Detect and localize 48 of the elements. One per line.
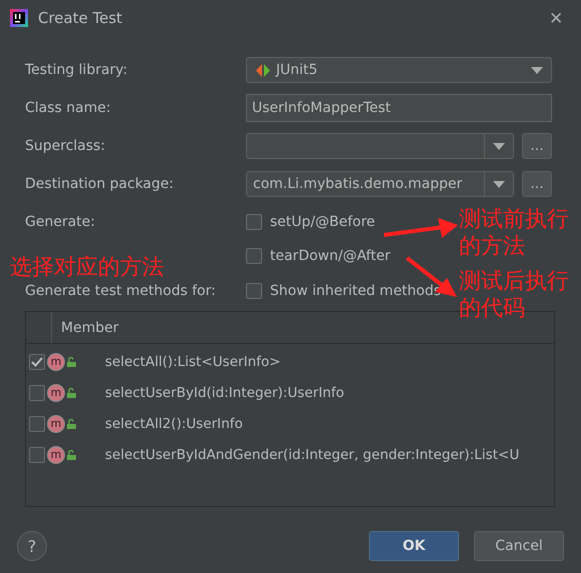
close-button[interactable]: ✕: [545, 8, 567, 28]
lock-icon: [67, 450, 76, 460]
annotation-text: 选择对应的方法: [10, 254, 164, 281]
checkbox[interactable]: [29, 354, 45, 370]
method-icon: m: [48, 354, 64, 370]
ok-button[interactable]: OK: [369, 531, 459, 561]
lock-icon: [67, 356, 76, 366]
browse-button[interactable]: ...: [522, 133, 552, 159]
help-button[interactable]: ?: [17, 531, 47, 561]
field-label: Superclass:: [25, 138, 106, 154]
checkbox[interactable]: [246, 283, 262, 299]
cancel-button[interactable]: Cancel: [474, 531, 564, 561]
method-name[interactable]: selectUserByIdAndGender(id:Integer, gender:Integer):List<U: [105, 446, 520, 462]
checkbox[interactable]: [29, 416, 45, 432]
lock-icon: [67, 388, 76, 398]
dropdown-arrow-icon: [493, 180, 505, 188]
checkbox[interactable]: [29, 446, 45, 462]
junit-icon: [256, 64, 270, 76]
field-label: Testing library:: [25, 62, 128, 78]
method-name[interactable]: selectUserById(id:Integer):UserInfo: [105, 384, 344, 400]
lock-icon: [67, 418, 76, 428]
method-icon: m: [48, 384, 64, 400]
checkbox-label[interactable]: tearDown/@After: [270, 248, 390, 264]
checkbox-label[interactable]: setUp/@Before: [270, 214, 376, 230]
checkbox[interactable]: [29, 384, 45, 400]
method-icon: m: [48, 446, 64, 462]
method-icon: m: [48, 416, 64, 432]
class-name-field[interactable]: UserInfoMapperTest: [246, 94, 552, 122]
checkbox[interactable]: [246, 248, 262, 264]
superclass-field[interactable]: [246, 133, 514, 159]
column-header: Member: [61, 320, 119, 336]
app-icon: [10, 9, 28, 27]
method-name[interactable]: selectAll():List<UserInfo>: [105, 354, 281, 370]
checkbox[interactable]: [246, 214, 262, 230]
window-title: Create Test: [38, 9, 124, 27]
testing-library-dropdown[interactable]: JUnit5: [246, 57, 552, 83]
dropdown-arrow-icon: [493, 142, 505, 150]
dropdown-arrow-icon: [531, 66, 543, 74]
destination-package-field[interactable]: com.Li.mybatis.demo.mapper: [246, 171, 514, 197]
browse-button[interactable]: ...: [522, 171, 552, 197]
field-label: Class name:: [25, 100, 111, 116]
field-label: Destination package:: [25, 176, 174, 192]
annotation-text: 测试后执行的代码: [459, 268, 570, 322]
method-name[interactable]: selectAll2():UserInfo: [105, 416, 243, 432]
field-label: Generate test methods for:: [25, 283, 216, 299]
annotation-text: 测试前执行的方法: [459, 206, 570, 260]
field-label: Generate:: [25, 214, 96, 230]
checkbox-label[interactable]: Show inherited methods: [270, 283, 441, 299]
